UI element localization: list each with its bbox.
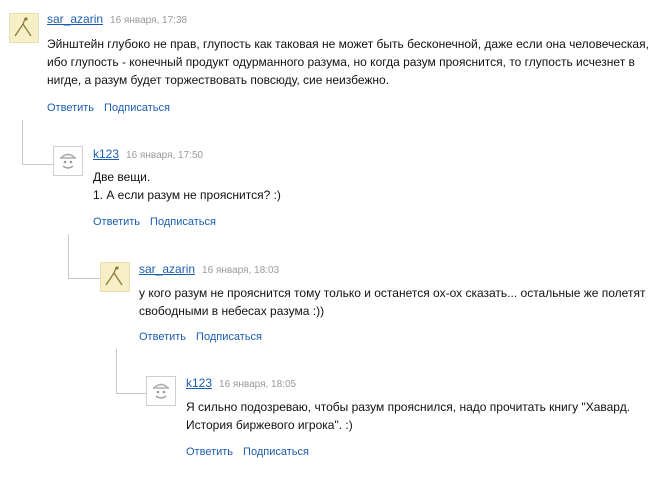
thread-connector	[116, 349, 147, 394]
comment-thread: sar_azarin 16 января, 17:38 Эйнштейн глуб…	[0, 0, 668, 478]
thread-connector	[68, 234, 101, 279]
author-link[interactable]: sar_azarin	[139, 262, 195, 276]
comment-line: Две вещи.	[93, 170, 151, 184]
default-user-icon	[60, 153, 76, 169]
comment-date: 16 января, 17:50	[126, 150, 204, 161]
comment-text: у кого разум не прояснится тому только и…	[139, 284, 664, 320]
comment-line: Я сильно подозреваю, чтобы разум проясни…	[186, 400, 631, 414]
thread-connector	[22, 120, 54, 165]
reply-link[interactable]: Ответить	[186, 446, 233, 458]
reply-link[interactable]: Ответить	[93, 216, 140, 228]
comment-text: Две вещи. 1. А если разум не прояснится?…	[93, 168, 653, 204]
avatar[interactable]	[53, 146, 83, 176]
comment-date: 16 января, 17:38	[110, 15, 188, 26]
author-link[interactable]: k123	[186, 376, 212, 390]
subscribe-link[interactable]: Подписаться	[243, 446, 309, 458]
user-photo-icon	[105, 266, 123, 286]
comment-date: 16 января, 18:03	[202, 265, 280, 276]
avatar[interactable]	[146, 376, 176, 406]
author-link[interactable]: sar_azarin	[47, 12, 103, 26]
comment-line: Эйнштейн глубоко не прав, глупость как т…	[47, 37, 649, 51]
comment-line: свободными в небесах разума :))	[139, 304, 325, 318]
comment-line: нигде, а разум будет торжествовать повсю…	[47, 73, 390, 87]
user-photo-icon	[14, 17, 32, 37]
reply-link[interactable]: Ответить	[139, 331, 186, 343]
comment-line: История биржевого игрока". :)	[186, 418, 353, 432]
subscribe-link[interactable]: Подписаться	[196, 331, 262, 343]
comment-date: 16 января, 18:05	[219, 379, 297, 390]
comment-text: Я сильно подозреваю, чтобы разум проясни…	[186, 398, 664, 434]
author-link[interactable]: k123	[93, 147, 119, 161]
avatar[interactable]	[100, 262, 130, 292]
comment-line: 1. А если разум не прояснится? :)	[93, 188, 281, 202]
reply-link[interactable]: Ответить	[47, 102, 94, 114]
avatar[interactable]	[9, 13, 39, 43]
subscribe-link[interactable]: Подписаться	[150, 216, 216, 228]
comment-line: ибо глупость - конечный продукт одурманн…	[47, 55, 635, 69]
comment-line: у кого разум не прояснится тому только и…	[139, 286, 646, 300]
comment-text: Эйнштейн глубоко не прав, глупость как т…	[47, 35, 667, 89]
subscribe-link[interactable]: Подписаться	[104, 102, 170, 114]
default-user-icon	[153, 383, 169, 399]
